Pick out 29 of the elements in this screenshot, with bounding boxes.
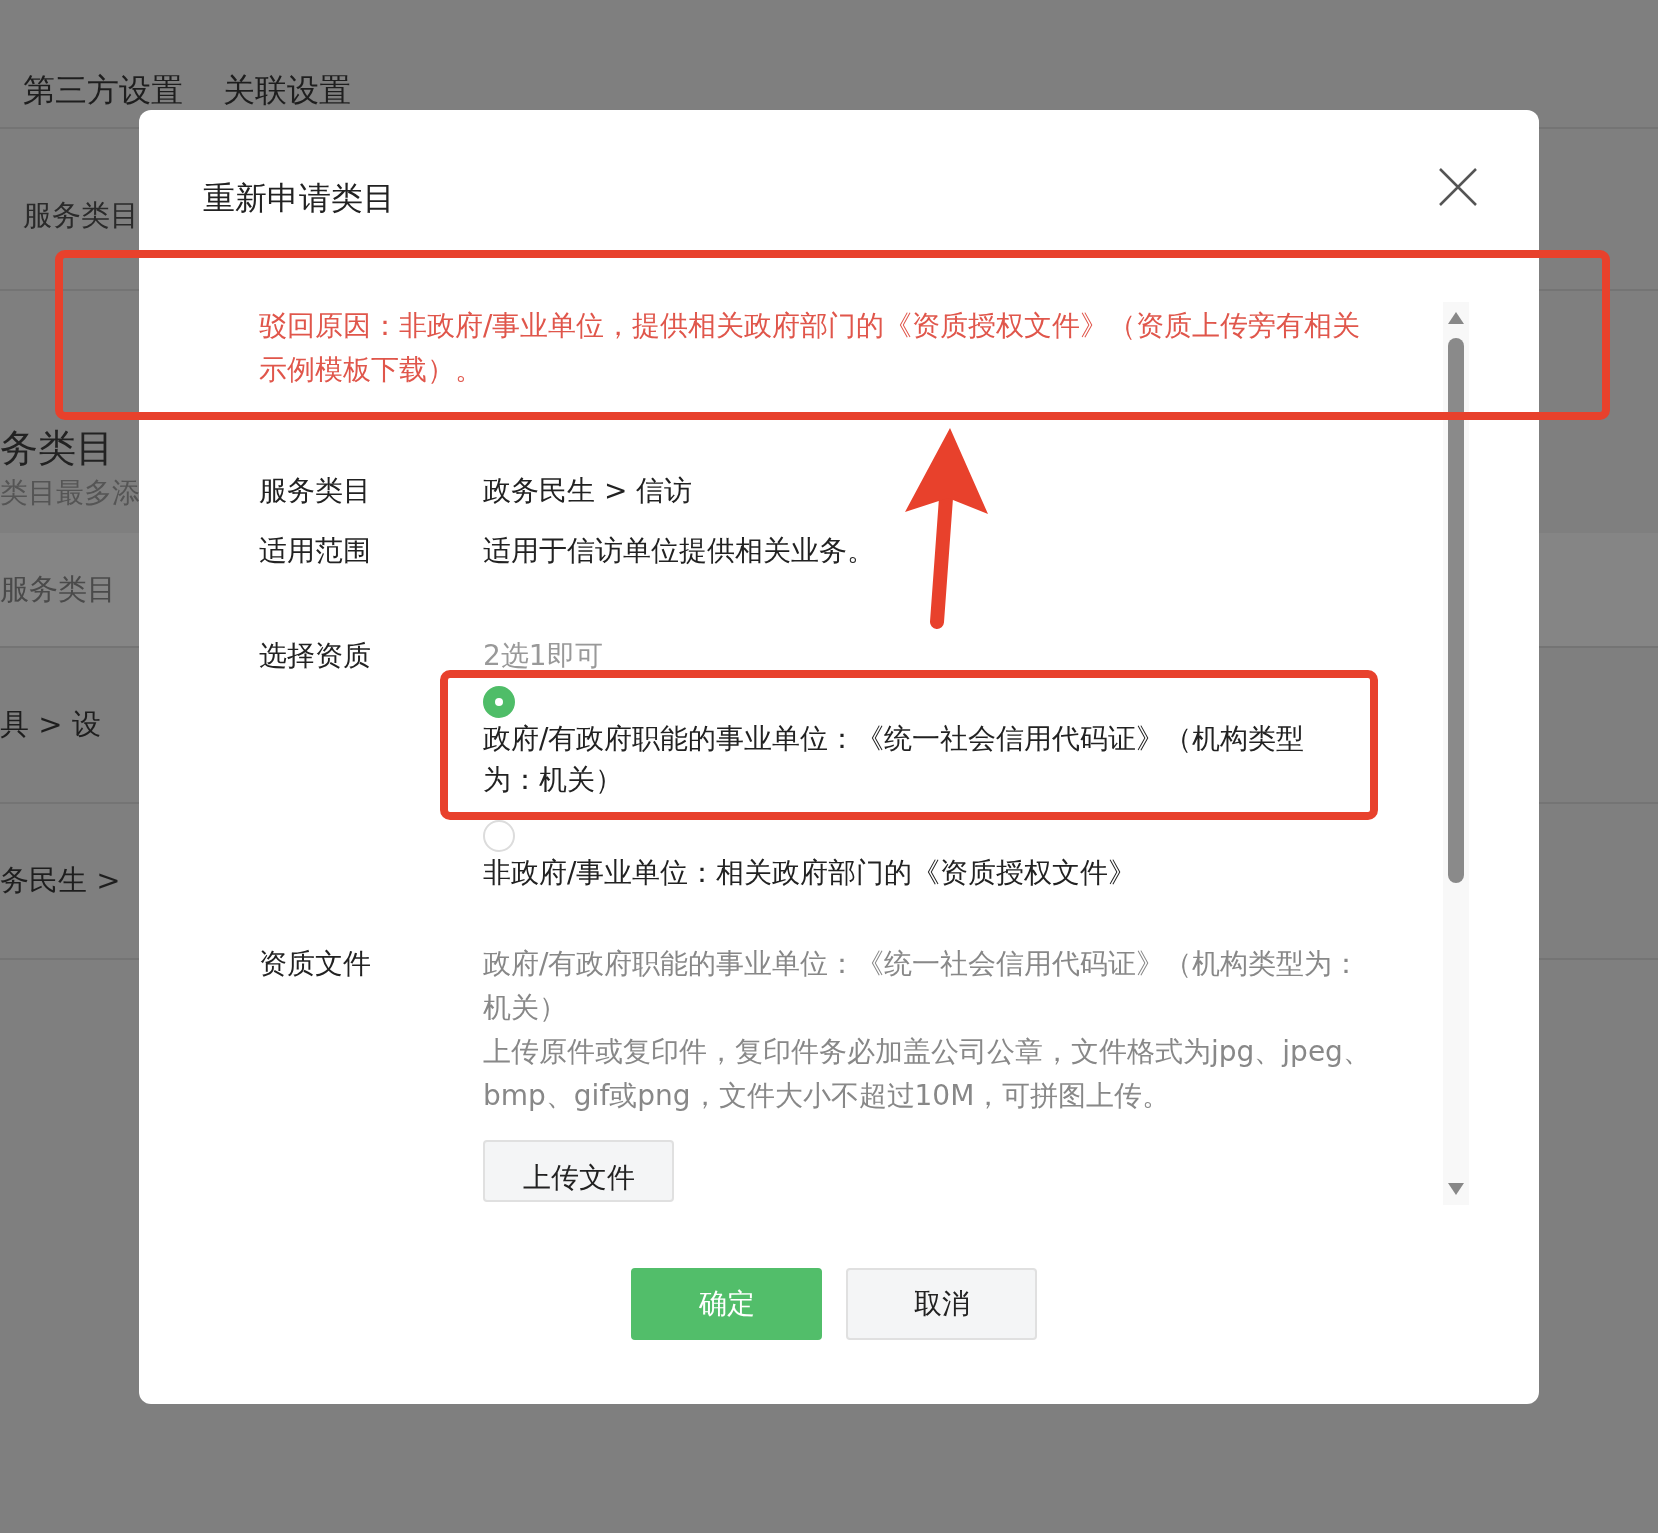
field-description: 上传原件或复印件，复印件务必加盖公司公章，文件格式为jpg、jpeg、bmp、gif或png，文件大小不超过10M，可拼图上传。 xyxy=(483,1034,1372,1114)
radio-button[interactable] xyxy=(483,820,515,852)
field-value: 政务民生 > 信访 xyxy=(483,473,693,509)
breadcrumb: 服务类目 xyxy=(23,197,139,234)
table-header: 服务类目 xyxy=(0,570,116,608)
field-label: 资质文件 xyxy=(259,946,372,982)
field-value: 适用于信访单位提供相关业务。 xyxy=(483,533,875,569)
scrollbar-track[interactable] xyxy=(1443,302,1469,1205)
reject-reason: 驳回原因：非政府/事业单位，提供相关政府部门的《资质授权文件》（资质上传旁有相关示例模板下载）。 xyxy=(259,308,1362,388)
field-hint: 2选1即可 xyxy=(483,638,603,674)
upload-button[interactable]: 上传文件 xyxy=(483,1140,674,1202)
scroll-up-icon[interactable] xyxy=(1448,312,1464,324)
field-label: 适用范围 xyxy=(259,533,372,569)
confirm-button[interactable]: 确定 xyxy=(631,1268,822,1340)
scroll-down-icon[interactable] xyxy=(1448,1183,1464,1195)
option-label: 非政府/事业单位：相关政府部门的《资质授权文件》 xyxy=(483,855,1138,891)
radio-button[interactable] xyxy=(483,686,515,718)
field-description: 政府/有政府职能的事业单位：《统一社会信用代码证》（机构类型为：机关） xyxy=(483,946,1362,1026)
section-heading: 务类目 xyxy=(0,425,114,471)
dialog-title: 重新申请类目 xyxy=(203,178,395,219)
cancel-button[interactable]: 取消 xyxy=(846,1268,1037,1340)
category-path: 务民生 > xyxy=(0,862,121,899)
page-tab[interactable]: 第三方设置 xyxy=(23,68,183,127)
scroll-thumb[interactable] xyxy=(1448,338,1464,883)
option-label: 政府/有政府职能的事业单位：《统一社会信用代码证》（机构类型为：机关） xyxy=(483,721,1306,798)
field-label: 服务类目 xyxy=(259,473,372,509)
close-button[interactable] xyxy=(1437,166,1479,208)
category-path: 具 > 设 xyxy=(0,706,101,743)
field-label: 选择资质 xyxy=(259,638,372,674)
